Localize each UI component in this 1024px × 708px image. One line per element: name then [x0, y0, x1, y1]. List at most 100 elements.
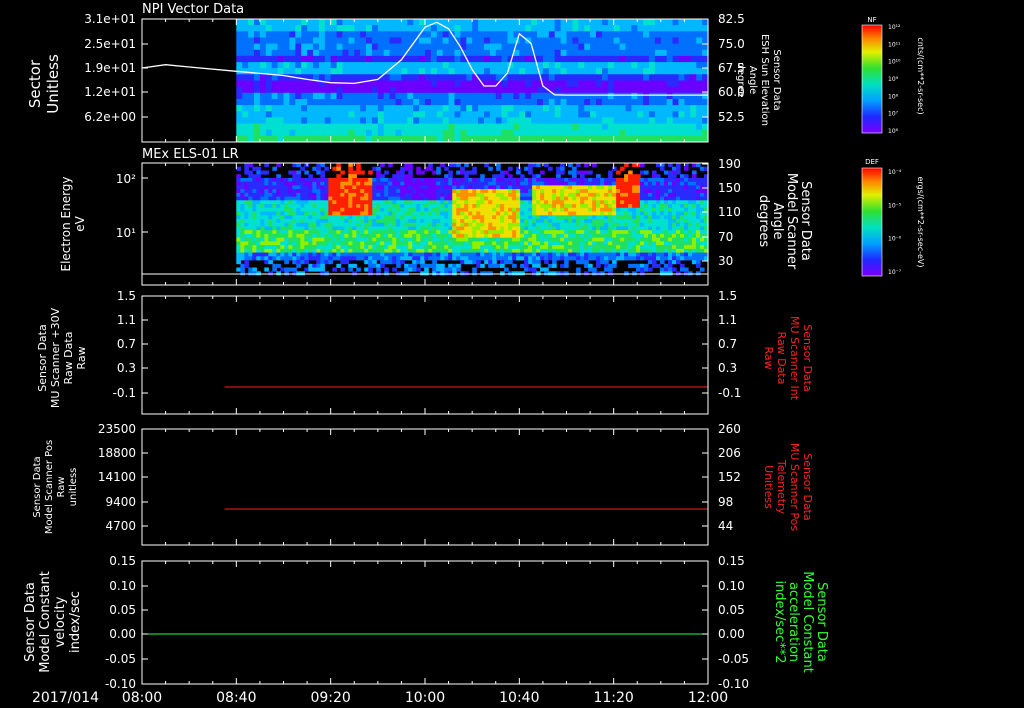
els-cell [384, 237, 389, 242]
els-cell [648, 230, 653, 235]
els-cell [444, 233, 449, 238]
els-cell [580, 233, 585, 238]
npi-cell [366, 25, 373, 32]
els-cell [296, 260, 301, 265]
els-cell [520, 192, 525, 197]
els-cell [256, 241, 261, 246]
els-cell [692, 241, 697, 246]
npi-cell [631, 43, 638, 51]
els-cell [480, 174, 485, 179]
els-cell [656, 189, 661, 194]
els-cell [308, 219, 313, 224]
npi-cell [654, 80, 662, 88]
els-cell [644, 237, 649, 242]
els-cell [248, 230, 253, 235]
els-cell [652, 219, 657, 224]
els-cell [444, 248, 449, 253]
npi-cell [460, 62, 467, 69]
els-cell [564, 230, 569, 235]
els-cell [688, 177, 693, 182]
npi-cell [271, 86, 279, 94]
npi-cell [696, 43, 703, 51]
els-cell [560, 163, 565, 168]
npi-cell [495, 43, 503, 51]
els-cell [328, 226, 333, 231]
npi-cell [484, 111, 491, 118]
npi-cell [283, 68, 290, 75]
npi-cell [666, 123, 674, 131]
els-cell [536, 163, 541, 168]
els-cell [340, 226, 345, 231]
els-cell [464, 245, 469, 250]
npi-cell [419, 105, 426, 112]
npi-cell [389, 37, 397, 45]
els-cell [496, 226, 501, 231]
npi-cell [442, 129, 450, 137]
npi-cell [383, 123, 391, 131]
els-cell [584, 204, 589, 209]
els-cell [644, 170, 649, 175]
els-cell [444, 166, 449, 171]
npi-cell [460, 105, 467, 112]
y2tick-label: 206 [718, 446, 741, 460]
npi-cell [513, 105, 520, 112]
els-cell [508, 211, 513, 216]
els-cell [296, 207, 301, 212]
els-cell [400, 189, 405, 194]
els-cell [416, 196, 421, 201]
npi-cell [484, 68, 491, 75]
els-cell [424, 211, 429, 216]
npi-cell [401, 99, 408, 106]
els-cell [616, 226, 621, 231]
els-cell [276, 215, 281, 220]
els-cell [608, 267, 613, 272]
npi-cell [578, 105, 585, 112]
els-cell [268, 219, 273, 224]
els-cell [512, 207, 517, 212]
els-cell [480, 252, 485, 257]
npi-cell [430, 129, 438, 137]
els-cell [464, 219, 469, 224]
els-cell [260, 256, 265, 261]
els-cell [456, 219, 461, 224]
npi-cell [289, 62, 296, 69]
npi-cell [460, 19, 467, 26]
els-cell [236, 185, 241, 190]
els-cell [300, 230, 305, 235]
els-cell [428, 233, 433, 238]
els-cell [344, 252, 349, 257]
npi-cell [448, 80, 456, 88]
els-cell [596, 185, 601, 190]
els-cell [276, 163, 281, 168]
npi-cell [649, 92, 656, 100]
els-cell [540, 207, 545, 212]
els-cell [668, 181, 673, 186]
els-cell [476, 226, 481, 231]
npi-cell [366, 37, 373, 45]
els-cell [268, 226, 273, 231]
els-cell [388, 237, 393, 242]
els-cell [692, 174, 697, 179]
els-cell [276, 174, 281, 179]
els-cell [388, 245, 393, 250]
els-cell [420, 245, 425, 250]
els-cell [540, 248, 545, 253]
els-cell [620, 230, 625, 235]
els-cell [244, 215, 249, 220]
npi-cell [454, 123, 461, 131]
els-cell [448, 215, 453, 220]
els-cell [684, 219, 689, 224]
els-cell [332, 226, 337, 231]
els-cell [560, 245, 565, 250]
els-cell [472, 170, 477, 175]
els-cell [372, 185, 377, 190]
els-cell [552, 219, 557, 224]
els-cell [508, 192, 513, 197]
npi-cell [654, 99, 662, 106]
npi-cell [401, 37, 408, 45]
els-cell [400, 241, 405, 246]
els-cell [672, 196, 677, 201]
els-cell [504, 222, 509, 227]
els-cell [316, 248, 321, 253]
els-cell [296, 177, 301, 182]
